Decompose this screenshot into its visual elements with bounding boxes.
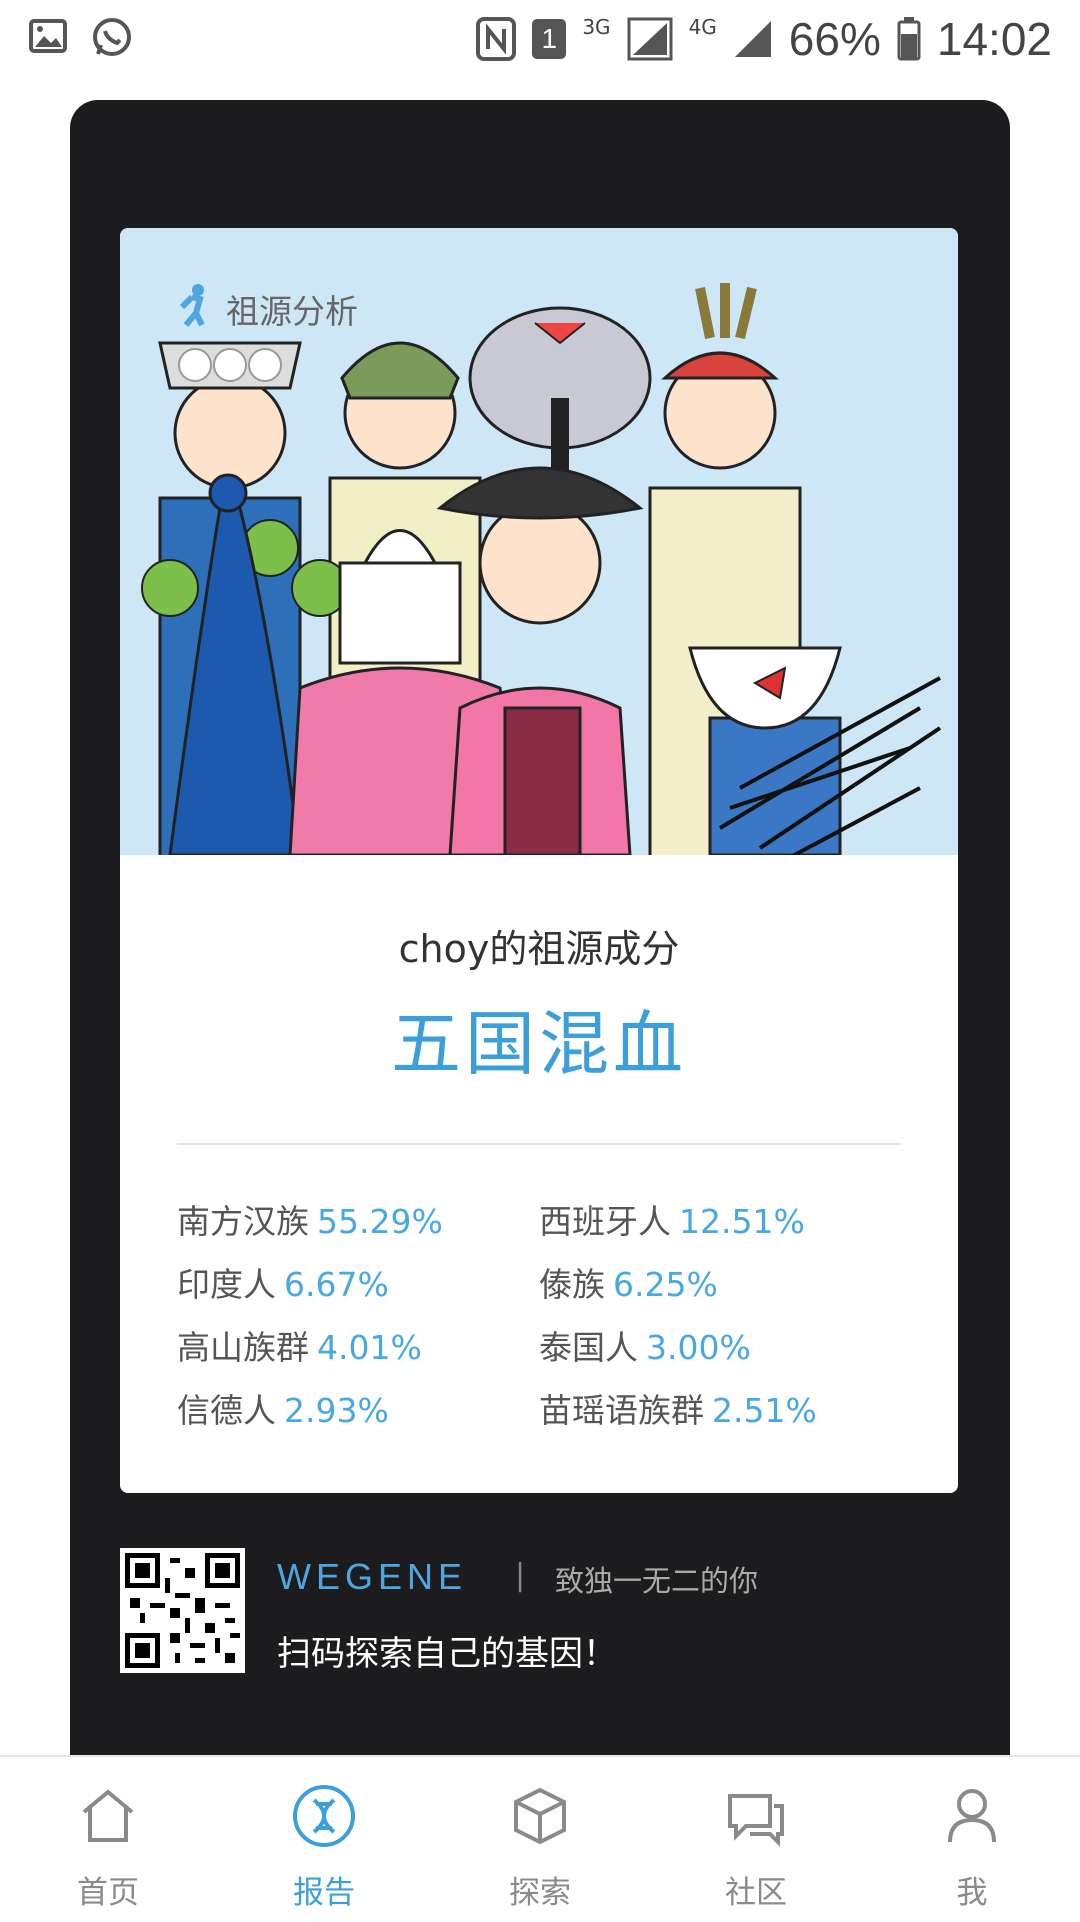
home-icon: [82, 1789, 134, 1842]
battery-percent: 66%: [788, 13, 881, 65]
ancestry-item: 南方汉族 55.29%: [177, 1202, 443, 1241]
ancestry-item: 信德人 2.93%: [177, 1391, 389, 1430]
ancestry-item: 西班牙人 12.51%: [539, 1202, 805, 1241]
network-4g-label: 4G: [688, 15, 717, 39]
network-3g-label: 3G: [582, 15, 611, 39]
signal-bars-icon: [733, 19, 773, 59]
module-title: 祖源分析: [172, 283, 358, 335]
status-bar: 1 3G 4G 66% 14:02: [0, 0, 1080, 82]
ethnic-characters-illustration: 祖源分析: [120, 228, 958, 870]
whatsapp-icon: [90, 16, 134, 60]
result-subtitle: choy的祖源成分: [398, 927, 680, 971]
hiker-icon: [172, 283, 216, 335]
signal-icon: [627, 17, 673, 61]
scan-cta: 扫码探索自己的基因！: [277, 1634, 617, 1674]
ancestry-item: 高山族群 4.01%: [177, 1328, 422, 1367]
character-elephant: [468, 306, 652, 478]
qr-code[interactable]: [120, 1548, 245, 1673]
notification-count-badge: 1: [532, 19, 567, 59]
dna-report-icon: [293, 1785, 355, 1847]
nfc-icon: [476, 17, 517, 61]
result-headline: 五国混血: [391, 1003, 687, 1085]
nav-me[interactable]: 我: [864, 1757, 1080, 1922]
ancestry-item: 印度人 6.67%: [177, 1265, 389, 1304]
bottom-nav: 首页 报告 探索 社区 我: [0, 1755, 1080, 1922]
share-card: 祖源分析 choy的祖源成分 五国混血 南方汉族 55.29% 西班牙人 12.51…: [70, 100, 1010, 1760]
nav-home[interactable]: 首页: [0, 1757, 216, 1922]
user-icon: [948, 1789, 996, 1843]
ancestry-report-card: 祖源分析 choy的祖源成分 五国混血 南方汉族 55.29% 西班牙人 12.51…: [120, 228, 958, 1493]
ancestry-list: 南方汉族 55.29% 西班牙人 12.51% 印度人 6.67% 傣族 6.25% 高…: [177, 1203, 917, 1430]
module-title-label: 祖源分析: [226, 292, 358, 331]
brand-separator: |: [515, 1558, 526, 1593]
brand-slogan: 致独一无二的你: [555, 1564, 759, 1598]
cube-icon: [514, 1787, 566, 1845]
ancestry-item: 泰国人 3.00%: [539, 1328, 751, 1367]
brand-row: WEGENE | 致独一无二的你 扫码探索自己的基因！: [120, 1548, 960, 1674]
ancestry-item: 傣族 6.25%: [539, 1265, 718, 1304]
divider: [177, 1143, 901, 1145]
ancestry-item: 苗瑶语族群 2.51%: [539, 1391, 817, 1430]
character-rooster-bowl: [688, 646, 842, 857]
brand-logo: WEGENE: [277, 1556, 468, 1597]
nav-explore[interactable]: 探索: [432, 1757, 648, 1922]
battery-icon: [897, 17, 921, 61]
nav-community[interactable]: 社区: [648, 1757, 864, 1922]
gallery-icon: [28, 16, 68, 60]
chat-icon: [728, 1794, 784, 1847]
clock: 14:02: [936, 13, 1052, 65]
nav-report[interactable]: 报告: [216, 1757, 432, 1922]
